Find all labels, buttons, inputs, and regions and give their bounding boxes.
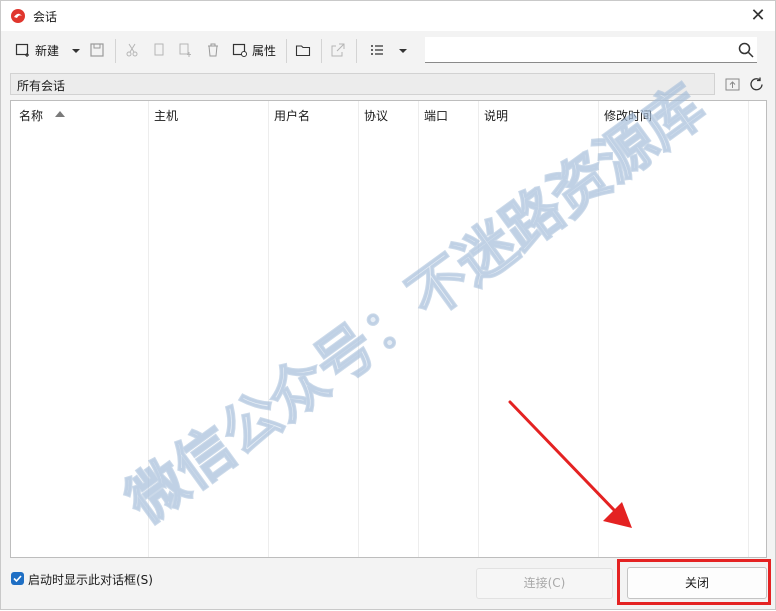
breadcrumb: 所有会话: [10, 73, 715, 95]
window-title: 会话: [33, 10, 58, 24]
session-table[interactable]: 名称 主机 用户名 协议 端口 说明 修改时间: [10, 100, 767, 558]
connect-button[interactable]: 连接(C): [476, 568, 613, 599]
properties-icon: [232, 43, 247, 57]
title-bar: 会话 ✕: [1, 1, 775, 31]
cut-button[interactable]: [124, 39, 140, 61]
export-icon: [331, 43, 345, 57]
sort-ascending-icon: [55, 111, 65, 117]
toolbar-separator: [286, 39, 287, 63]
column-divider: [478, 101, 479, 557]
folder-up-icon[interactable]: [724, 76, 741, 93]
startup-checkbox-label[interactable]: 启动时显示此对话框(S): [28, 571, 153, 588]
chevron-down-icon: [399, 49, 407, 53]
column-header-modified[interactable]: 修改时间: [604, 107, 652, 124]
app-logo-icon: [11, 9, 25, 23]
toolbar-separator: [356, 39, 357, 63]
properties-button[interactable]: 属性: [232, 39, 276, 61]
column-header-description[interactable]: 说明: [484, 107, 508, 124]
paste-icon: [179, 43, 191, 57]
column-divider: [418, 101, 419, 557]
list-view-icon: [371, 45, 383, 55]
column-divider: [358, 101, 359, 557]
trash-icon: [208, 43, 218, 57]
open-folder-button[interactable]: [295, 39, 311, 61]
chevron-down-icon: [72, 49, 80, 53]
copy-button[interactable]: [151, 39, 167, 61]
save-button[interactable]: [89, 39, 105, 61]
save-icon: [90, 43, 104, 57]
cut-icon: [126, 43, 138, 57]
session-dialog: 会话 ✕ 新建 属性 所有会话 名称 主机 用户名 协议 端口 说明 修改时间 …: [0, 0, 776, 610]
folder-icon: [295, 45, 311, 57]
new-dropdown-button[interactable]: [71, 39, 81, 61]
new-session-label: 新建: [35, 43, 60, 58]
checkmark-icon: [13, 575, 22, 583]
column-divider: [268, 101, 269, 557]
refresh-icon[interactable]: [748, 76, 765, 93]
delete-button[interactable]: [205, 39, 221, 61]
view-list-button[interactable]: [369, 39, 385, 61]
export-button[interactable]: [330, 39, 346, 61]
close-window-icon[interactable]: ✕: [745, 3, 771, 29]
view-dropdown-button[interactable]: [398, 39, 408, 61]
search-icon[interactable]: [737, 41, 755, 59]
search-input[interactable]: [425, 37, 757, 63]
copy-icon: [154, 43, 164, 56]
paste-button[interactable]: [178, 39, 194, 61]
startup-checkbox[interactable]: [11, 572, 24, 585]
breadcrumb-label: 所有会话: [17, 79, 66, 93]
column-divider: [598, 101, 599, 557]
toolbar-separator: [115, 39, 116, 63]
column-header-protocol[interactable]: 协议: [364, 107, 388, 124]
new-session-icon: [15, 43, 29, 57]
column-header-port[interactable]: 端口: [424, 107, 448, 124]
column-divider: [148, 101, 149, 557]
properties-label: 属性: [252, 43, 277, 58]
column-header-host[interactable]: 主机: [154, 107, 178, 124]
column-divider: [748, 101, 749, 557]
column-header-username[interactable]: 用户名: [274, 107, 310, 124]
column-header-name[interactable]: 名称: [19, 107, 43, 124]
toolbar-separator: [321, 39, 322, 63]
annotation-highlight-box: [617, 559, 771, 605]
new-session-button[interactable]: 新建: [15, 39, 59, 61]
